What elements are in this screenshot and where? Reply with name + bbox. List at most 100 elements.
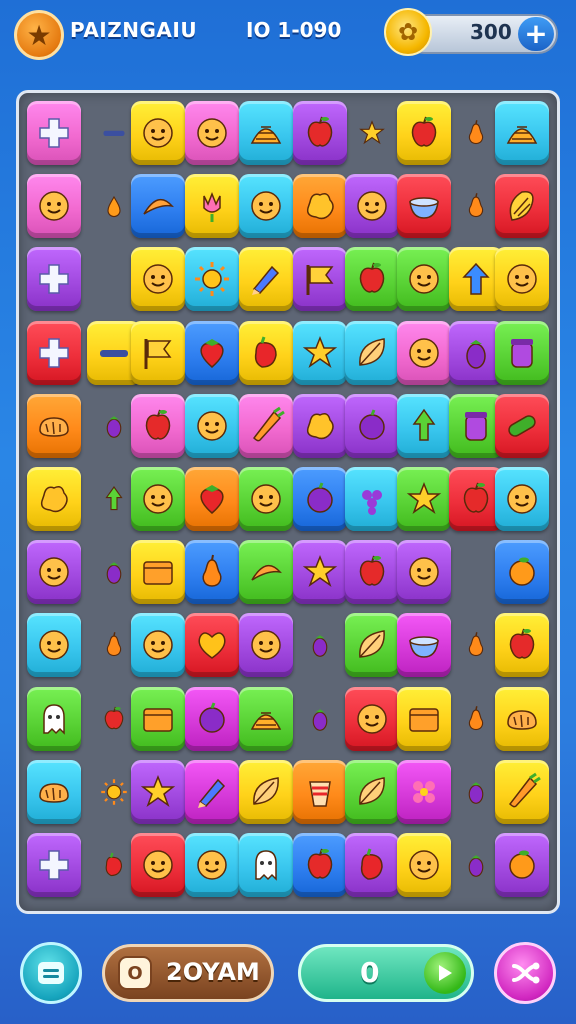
tile[interactable] — [27, 613, 81, 678]
tile[interactable] — [27, 686, 81, 751]
tile[interactable] — [495, 540, 549, 605]
tile[interactable] — [293, 833, 347, 897]
tile[interactable] — [239, 833, 293, 897]
tile[interactable] — [185, 833, 239, 897]
tile[interactable] — [27, 393, 81, 458]
tile[interactable] — [27, 101, 81, 165]
play-button[interactable] — [424, 952, 466, 994]
tile[interactable] — [239, 393, 293, 458]
score-value: 0 — [360, 956, 380, 989]
pepper-icon — [360, 848, 383, 880]
tile[interactable] — [131, 247, 185, 312]
tile[interactable] — [131, 320, 185, 385]
tile[interactable] — [397, 467, 451, 531]
tile[interactable] — [293, 393, 347, 458]
tile[interactable] — [397, 174, 451, 239]
board-piece[interactable] — [293, 613, 347, 677]
tile[interactable] — [239, 247, 293, 312]
tile[interactable] — [293, 759, 347, 824]
tile[interactable] — [131, 393, 185, 458]
tile[interactable] — [495, 393, 549, 458]
tile[interactable] — [131, 759, 185, 824]
tile[interactable] — [495, 467, 549, 531]
tile[interactable] — [27, 320, 81, 385]
tile[interactable] — [495, 101, 549, 165]
tile[interactable] — [495, 174, 549, 239]
board-piece[interactable] — [293, 687, 347, 751]
add-coins-button[interactable]: + — [518, 17, 554, 51]
tile[interactable] — [185, 247, 239, 312]
tile[interactable] — [293, 320, 347, 385]
tile[interactable] — [185, 467, 239, 531]
tile[interactable] — [239, 540, 293, 605]
tile[interactable] — [185, 613, 239, 678]
tile[interactable] — [495, 686, 549, 751]
tile[interactable] — [27, 759, 81, 824]
tile[interactable] — [293, 540, 347, 605]
tile[interactable] — [345, 540, 399, 605]
tile[interactable] — [495, 613, 549, 678]
tile[interactable] — [345, 320, 399, 385]
tile[interactable] — [131, 101, 185, 165]
tile[interactable] — [397, 320, 451, 385]
menu-button[interactable] — [20, 942, 82, 1004]
tile[interactable] — [397, 613, 451, 678]
tile[interactable] — [239, 101, 293, 165]
tile[interactable] — [131, 540, 185, 605]
tile[interactable] — [27, 540, 81, 605]
tile[interactable] — [131, 174, 185, 239]
tile[interactable] — [397, 686, 451, 751]
tile[interactable] — [185, 320, 239, 385]
tile[interactable] — [397, 759, 451, 824]
tile[interactable] — [239, 320, 293, 385]
tile[interactable] — [345, 686, 399, 751]
tile[interactable] — [239, 467, 293, 531]
tile[interactable] — [239, 686, 293, 751]
tile[interactable] — [397, 101, 451, 165]
tile[interactable] — [397, 833, 451, 897]
tile[interactable] — [131, 833, 185, 897]
bread-icon — [507, 709, 537, 730]
shell-icon — [250, 126, 282, 144]
tile[interactable] — [27, 174, 81, 239]
tile[interactable] — [495, 833, 549, 897]
tile[interactable] — [293, 174, 347, 239]
tile[interactable] — [293, 101, 347, 165]
tile[interactable] — [293, 247, 347, 312]
tile[interactable] — [345, 467, 399, 531]
shuffle-button[interactable] — [494, 942, 556, 1004]
tile[interactable] — [397, 247, 451, 312]
tile[interactable] — [239, 613, 293, 678]
tile[interactable] — [27, 467, 81, 531]
tile[interactable] — [185, 686, 239, 751]
tile[interactable] — [345, 833, 399, 897]
tile[interactable] — [345, 759, 399, 824]
tile[interactable] — [345, 393, 399, 458]
tile[interactable] — [185, 393, 239, 458]
tile[interactable] — [345, 174, 399, 239]
top-bar: ★ PAIZNGAIU IO 1-090 ✿ 300 + — [0, 0, 576, 72]
tile[interactable] — [131, 467, 185, 531]
tile[interactable] — [185, 759, 239, 824]
tile[interactable] — [131, 613, 185, 678]
shell-icon — [506, 126, 538, 144]
tile[interactable] — [495, 759, 549, 824]
tile[interactable] — [185, 174, 239, 239]
tile[interactable] — [185, 101, 239, 165]
tile[interactable] — [293, 467, 347, 531]
profile-badge-icon[interactable]: ★ — [14, 10, 64, 60]
tile[interactable] — [397, 540, 451, 605]
tile[interactable] — [239, 759, 293, 824]
tile[interactable] — [345, 247, 399, 312]
tile[interactable] — [495, 247, 549, 312]
tile[interactable] — [27, 247, 81, 312]
board-piece[interactable] — [345, 101, 399, 165]
tile[interactable] — [495, 320, 549, 385]
drop-icon — [107, 196, 121, 218]
tile[interactable] — [345, 613, 399, 678]
tile[interactable] — [397, 393, 451, 458]
tile[interactable] — [185, 540, 239, 605]
tile[interactable] — [239, 174, 293, 239]
tile[interactable] — [27, 833, 81, 897]
tile[interactable] — [131, 686, 185, 751]
